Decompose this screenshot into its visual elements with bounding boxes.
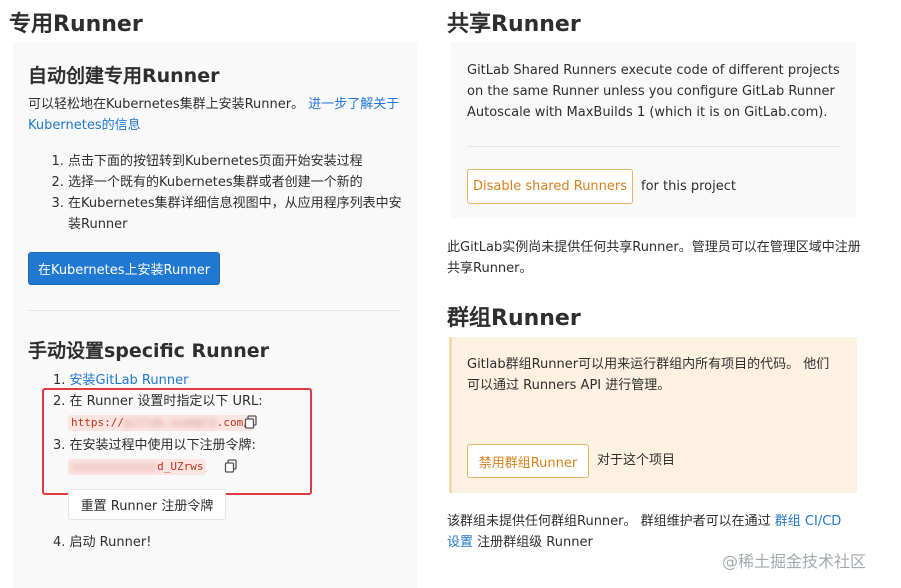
watermark: @稀土掘金技术社区	[722, 552, 867, 571]
group-runners-description: Gitlab群组Runner可以用来运行群组内所有项目的代码。 他们可以通过 R…	[467, 357, 830, 393]
auto-step-3: 在Kubernetes集群详细信息视图中，从应用程序列表中安装Runner	[68, 193, 408, 235]
auto-setup-steps: 点击下面的按钮转到Kubernetes页面开始安装过程 选择一个既有的Kuber…	[28, 151, 408, 235]
section-divider	[28, 310, 401, 311]
manual-step-4: 4. 启动 Runner!	[53, 535, 152, 550]
install-runner-on-kubernetes-button[interactable]: 在Kubernetes上安装Runner	[28, 252, 220, 285]
auto-setup-intro-text: 可以轻松地在Kubernetes集群上安装Runner。	[28, 97, 305, 112]
shared-runners-title: 共享Runner	[447, 12, 581, 37]
group-runners-none-text: 该群组未提供任何群组Runner。 群组维护者可以在通过 群组 CI/CD 设置…	[447, 514, 842, 550]
install-gitlab-runner-link[interactable]: 安装GitLab Runner	[70, 373, 189, 388]
highlight-box	[42, 388, 312, 495]
shared-for-project-label: for this project	[641, 179, 736, 194]
disable-shared-runners-button[interactable]: Disable shared Runners	[467, 169, 633, 204]
disable-group-runners-button[interactable]: 禁用群组Runner	[467, 444, 589, 478]
auto-step-1: 点击下面的按钮转到Kubernetes页面开始安装过程	[68, 151, 408, 172]
group-for-project-label: 对于这个项目	[597, 453, 676, 468]
manual-setup-title: 手动设置specific Runner	[28, 340, 269, 362]
specific-runners-title: 专用Runner	[9, 12, 143, 37]
start-runner-label: 启动 Runner!	[69, 535, 152, 550]
auto-step-2: 选择一个既有的Kubernetes集群或者创建一个新的	[68, 172, 408, 193]
auto-setup-title: 自动创建专用Runner	[28, 65, 220, 87]
shared-runners-description: GitLab Shared Runners execute code of di…	[467, 63, 840, 120]
auto-setup-intro: 可以轻松地在Kubernetes集群上安装Runner。 进一步了解关于Kube…	[28, 94, 408, 136]
reset-registration-token-button[interactable]: 重置 Runner 注册令牌	[68, 489, 226, 520]
shared-runners-none-text: 此GitLab实例尚未提供任何共享Runner。管理员可以在管理区域中注册共享R…	[447, 240, 861, 276]
group-runners-title: 群组Runner	[447, 306, 581, 331]
shared-panel-divider	[467, 146, 841, 147]
